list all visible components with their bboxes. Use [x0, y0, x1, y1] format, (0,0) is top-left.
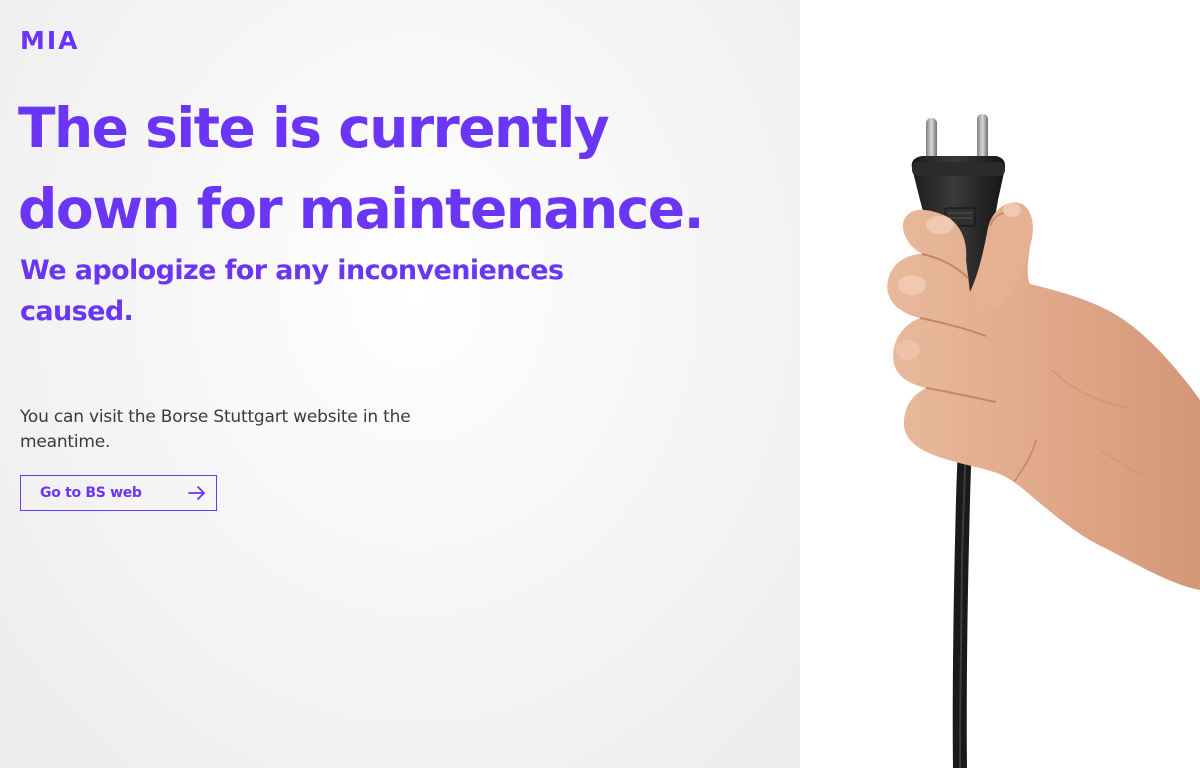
hero-image-panel [800, 0, 1200, 768]
page-title: The site is currently down for maintenan… [18, 96, 705, 241]
hand-holding-plug-image [887, 114, 1200, 768]
apology-subtitle: We apologize for any inconveniences caus… [20, 255, 564, 327]
arrow-right-icon [188, 486, 206, 500]
go-to-bs-web-label: Go to BS web [40, 485, 142, 501]
content-panel: MIA The site is currently down for maint… [0, 0, 800, 768]
logo[interactable]: MIA [20, 28, 80, 53]
go-to-bs-web-button[interactable]: Go to BS web [20, 475, 217, 511]
info-text: You can visit the Borse Stuttgart websit… [20, 407, 411, 452]
maintenance-page: MIA The site is currently down for maint… [0, 0, 1200, 768]
